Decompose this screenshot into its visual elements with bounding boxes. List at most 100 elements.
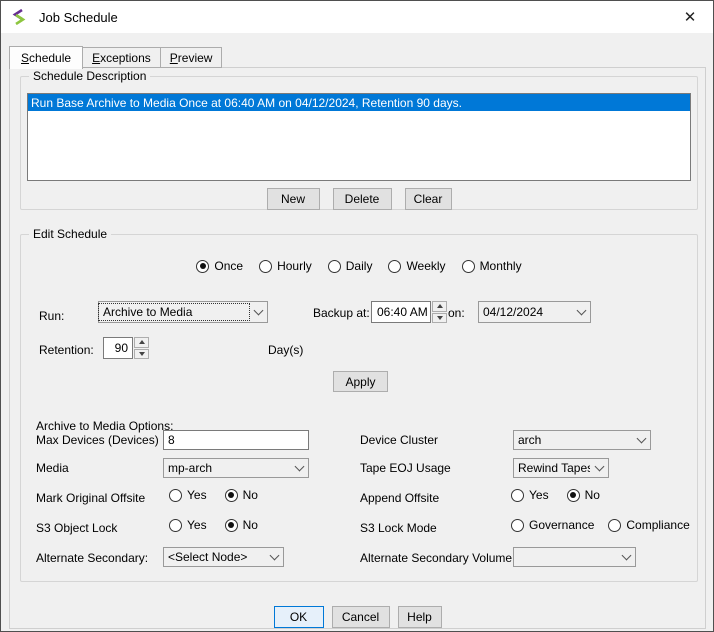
schedule-description-group: Schedule Description Run Base Archive to… [20,76,698,210]
tape-eoj-usage-label: Tape EOJ Usage [360,461,451,475]
run-select[interactable]: Archive to Media [98,301,268,323]
retention-arrows [134,337,149,359]
chevron-down-icon[interactable] [632,431,650,449]
no-label: No [585,488,600,502]
radio-hourly-label: Hourly [277,259,312,273]
append-offsite-no-radio[interactable]: No [567,488,600,502]
retention-unit-label: Day(s) [268,343,303,357]
chevron-down-icon[interactable] [265,548,283,566]
governance-label: Governance [529,518,594,532]
tab-exceptions[interactable]: Exceptions [83,47,161,68]
radio-hourly[interactable]: Hourly [259,259,312,273]
radio-circle [225,489,238,502]
on-date-value: 04/12/2024 [479,304,572,320]
delete-button[interactable]: Delete [333,188,392,210]
chevron-down-icon[interactable] [590,459,608,477]
retention-value[interactable]: 90 [103,337,133,359]
device-cluster-label: Device Cluster [360,433,438,447]
spin-up-icon[interactable] [432,301,447,312]
schedule-description-group-label: Schedule Description [29,69,150,83]
ok-button[interactable]: OK [274,606,324,628]
schedule-list[interactable]: Run Base Archive to Media Once at 06:40 … [27,93,691,181]
alternate-secondary-volume-select[interactable] [513,547,636,567]
append-offsite-yes-radio[interactable]: Yes [511,488,549,502]
media-label: Media [36,461,69,475]
alternate-secondary-volume-value [514,556,617,558]
backup-time-arrows [432,301,447,323]
radio-monthly[interactable]: Monthly [462,259,522,273]
radio-circle [608,519,621,532]
radio-hourly-circle [259,260,272,273]
chevron-down-icon[interactable] [617,548,635,566]
schedule-list-item-selected[interactable]: Run Base Archive to Media Once at 06:40 … [28,94,690,111]
new-button[interactable]: New [267,188,320,210]
radio-once[interactable]: Once [196,259,243,273]
yes-label: Yes [187,518,207,532]
radio-daily-circle [328,260,341,273]
app-logo-icon [11,9,27,25]
alternate-secondary-label: Alternate Secondary: [36,551,148,565]
title-bar: Job Schedule ✕ [1,1,713,33]
max-devices-label: Max Devices (Devices) [36,433,159,447]
device-cluster-select[interactable]: arch [513,430,651,450]
retention-spinner[interactable]: 90 [103,337,149,359]
radio-circle [511,489,524,502]
tab-strip: Schedule Exceptions Preview [9,45,222,68]
tab-schedule[interactable]: Schedule [9,46,83,69]
media-select[interactable]: mp-arch [163,458,309,478]
edit-schedule-group-label: Edit Schedule [29,227,111,241]
chevron-down-icon[interactable] [290,459,308,477]
spin-down-icon[interactable] [134,349,149,360]
s3-object-lock-label: S3 Object Lock [36,521,117,535]
tab-preview[interactable]: Preview [161,47,223,68]
schedule-tab-panel: Schedule Description Run Base Archive to… [9,67,706,629]
mark-original-offsite-yes-radio[interactable]: Yes [169,488,207,502]
append-offsite-label: Append Offsite [360,491,439,505]
mark-original-offsite-no-radio[interactable]: No [225,488,258,502]
mark-original-offsite-label: Mark Original Offsite [36,491,145,505]
mark-original-offsite-radio-group: Yes No [169,487,258,503]
s3-lock-mode-governance-radio[interactable]: Governance [511,518,594,532]
radio-circle [511,519,524,532]
radio-circle [169,489,182,502]
s3-lock-mode-radio-group: Governance Compliance [511,517,690,533]
footer-buttons-row: OK Cancel Help [10,606,705,628]
radio-weekly[interactable]: Weekly [388,259,445,273]
radio-circle [225,519,238,532]
chevron-down-icon[interactable] [572,302,590,322]
run-label: Run: [39,309,64,323]
backup-time-value[interactable]: 06:40 AM [371,301,431,323]
radio-daily[interactable]: Daily [328,259,373,273]
yes-label: Yes [529,488,549,502]
cancel-button[interactable]: Cancel [332,606,390,628]
radio-weekly-label: Weekly [406,259,445,273]
radio-circle [169,519,182,532]
s3-object-lock-no-radio[interactable]: No [225,518,258,532]
spin-down-icon[interactable] [432,313,447,324]
s3-lock-mode-compliance-radio[interactable]: Compliance [608,518,689,532]
schedule-buttons-row: New Delete Clear [21,188,697,210]
tab-schedule-label: chedule [29,51,71,65]
s3-object-lock-yes-radio[interactable]: Yes [169,518,207,532]
alternate-secondary-select[interactable]: <Select Node> [163,547,284,567]
on-date-select[interactable]: 04/12/2024 [478,301,591,323]
spin-up-icon[interactable] [134,337,149,348]
tape-eoj-usage-select[interactable]: Rewind Tapes [513,458,609,478]
yes-label: Yes [187,488,207,502]
s3-object-lock-radio-group: Yes No [169,517,258,533]
apply-button[interactable]: Apply [333,371,388,392]
run-select-value: Archive to Media [99,304,249,320]
close-icon[interactable]: ✕ [667,1,713,32]
alternate-secondary-value: <Select Node> [164,549,265,565]
chevron-down-icon[interactable] [249,302,267,322]
clear-button[interactable]: Clear [405,188,452,210]
tab-exceptions-accel: E [92,51,100,65]
append-offsite-radio-group: Yes No [511,487,600,503]
radio-circle [567,489,580,502]
radio-once-label: Once [214,259,243,273]
radio-weekly-circle [388,260,401,273]
retention-label: Retention: [39,343,94,357]
max-devices-input[interactable]: 8 [163,430,309,450]
backup-time-spinner[interactable]: 06:40 AM [371,301,447,323]
help-button[interactable]: Help [398,606,442,628]
